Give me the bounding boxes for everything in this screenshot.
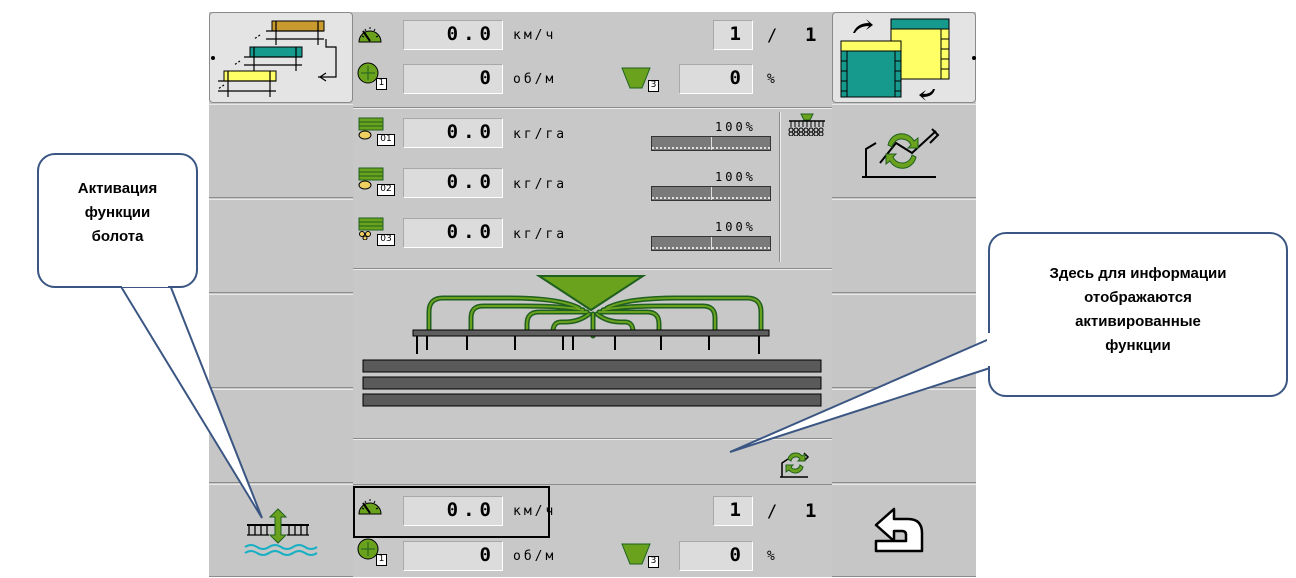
callout-active-functions: Здесь для информации отображаются активи…: [988, 232, 1288, 397]
callout-join: [987, 333, 992, 366]
callout-swamp-function: Активация функции болота: [37, 153, 198, 288]
callout-line: активированные: [1075, 313, 1201, 330]
callout-line: болота: [91, 228, 144, 245]
callout-line: функции: [84, 204, 151, 221]
callout-join: [122, 282, 168, 287]
callout-line: функции: [1105, 337, 1171, 354]
callout-line: отображаются: [1084, 289, 1192, 306]
callout-line: Активация: [77, 180, 158, 197]
callout-line: Здесь для информации: [1049, 265, 1227, 282]
